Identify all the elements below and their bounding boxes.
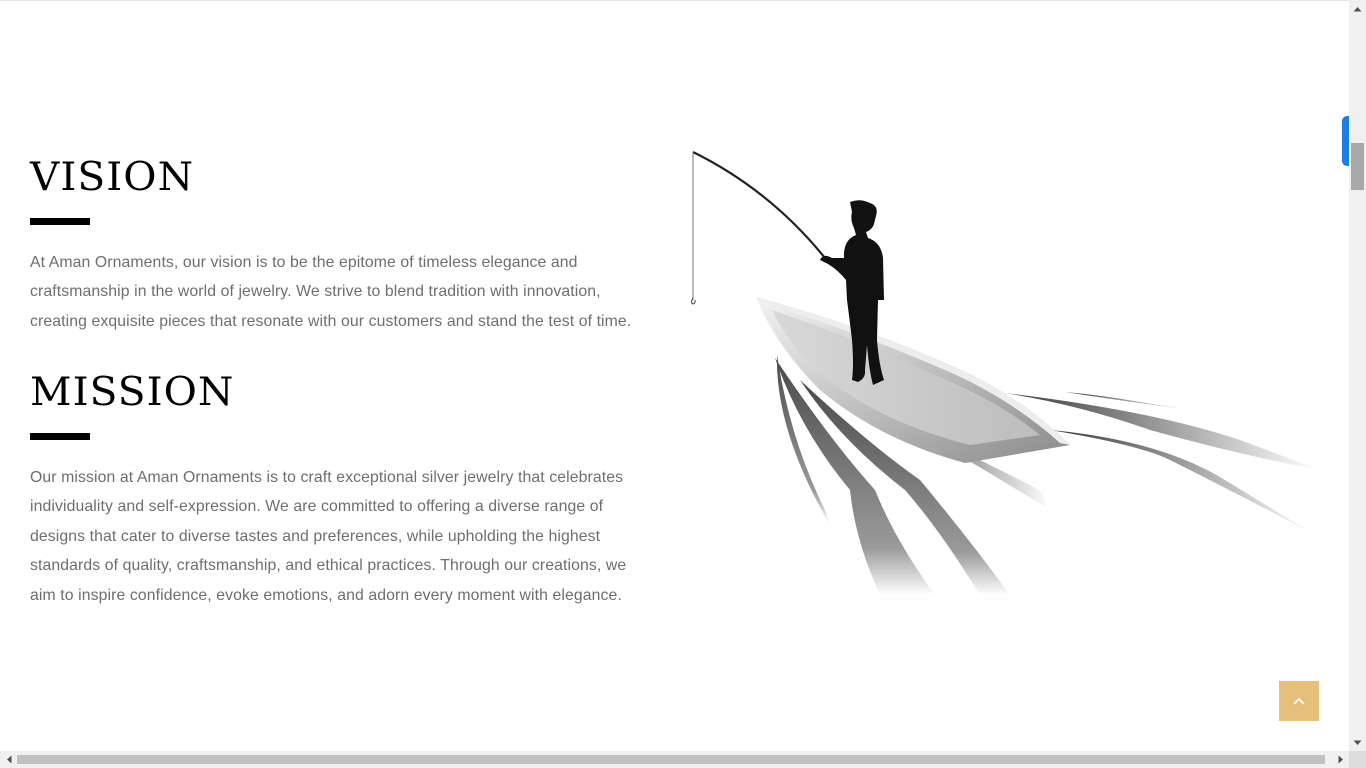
mission-text: Our mission at Aman Ornaments is to craf…	[30, 469, 627, 604]
mission-heading: MISSION	[30, 370, 235, 415]
page-viewport: VISION At Aman Ornaments, our vision is …	[0, 0, 1349, 751]
scrollbar-corner	[1349, 751, 1366, 768]
fisherman-boat-illustration	[680, 140, 1320, 610]
scroll-up-arrow-icon[interactable]	[1349, 0, 1366, 17]
vision-text: At Aman Ornaments, our vision is to be t…	[30, 254, 632, 330]
mission-underline	[30, 433, 90, 440]
horizontal-scrollbar[interactable]	[0, 751, 1349, 768]
chevron-up-icon	[1292, 696, 1306, 706]
vision-heading: VISION	[30, 155, 195, 200]
scroll-right-arrow-icon[interactable]	[1332, 751, 1349, 768]
vertical-scrollbar-thumb[interactable]	[1351, 143, 1364, 190]
vision-underline	[30, 218, 90, 225]
horizontal-scrollbar-thumb[interactable]	[17, 755, 1325, 764]
back-to-top-button[interactable]	[1279, 681, 1319, 721]
side-floating-tab[interactable]	[1342, 116, 1349, 166]
scroll-left-arrow-icon[interactable]	[0, 751, 17, 768]
header-divider	[0, 0, 1349, 1]
vertical-scrollbar[interactable]	[1349, 0, 1366, 751]
scroll-down-arrow-icon[interactable]	[1349, 734, 1366, 751]
